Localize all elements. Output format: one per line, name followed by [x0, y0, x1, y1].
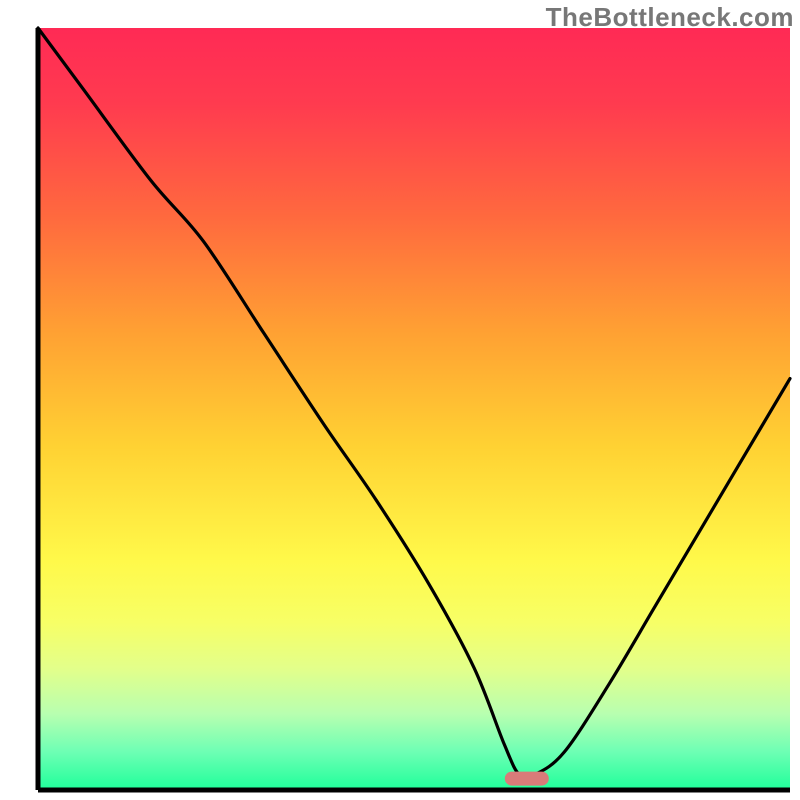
optimal-marker: [505, 772, 549, 786]
plot-svg: [0, 0, 800, 800]
gradient-plot-area: [38, 28, 790, 790]
watermark-text: TheBottleneck.com: [546, 2, 794, 33]
bottleneck-chart: TheBottleneck.com: [0, 0, 800, 800]
